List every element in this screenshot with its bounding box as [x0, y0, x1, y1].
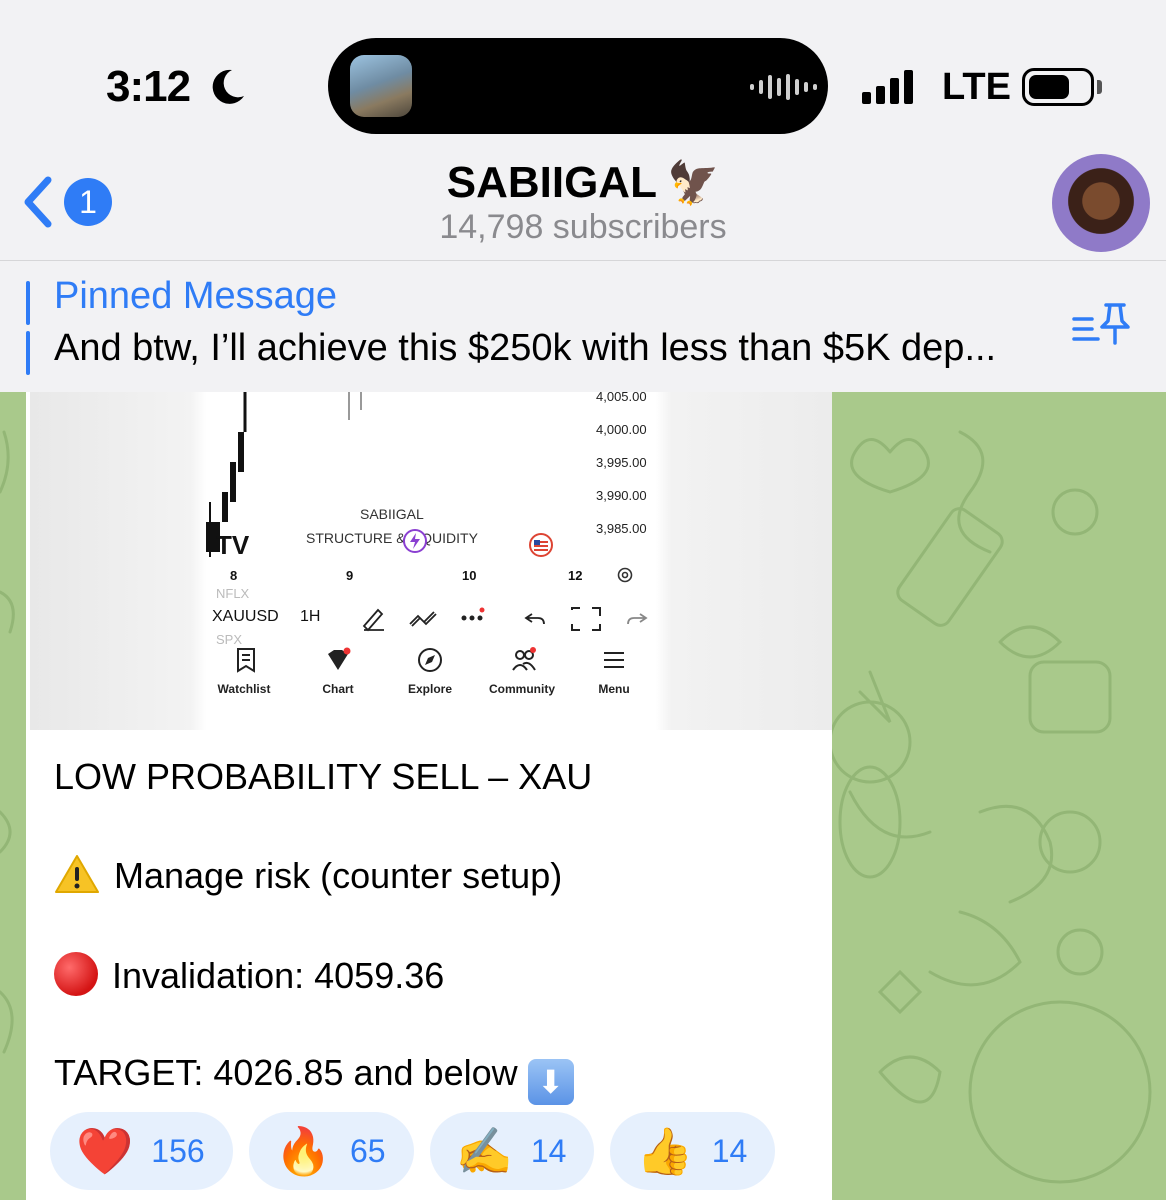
- price-label: 3,995.00: [596, 455, 647, 470]
- reaction-heart[interactable]: ❤️ 156: [50, 1112, 233, 1190]
- warning-icon: [55, 855, 99, 893]
- price-label: 4,000.00: [596, 422, 647, 437]
- x-tick: 8: [230, 568, 238, 583]
- chart-screenshot[interactable]: TV 4,005.00 4,000.00 3,995.00 3,990.00 3…: [30, 392, 832, 730]
- nav-label: Explore: [407, 682, 452, 696]
- reaction-thumbs-up[interactable]: 👍 14: [610, 1112, 776, 1190]
- battery-tip: [1097, 80, 1102, 94]
- settings-icon: [617, 567, 633, 583]
- signal-icon: [862, 70, 913, 104]
- nav-label: Community: [489, 682, 555, 696]
- channel-title[interactable]: SABIIGAL 🦅: [0, 158, 1166, 208]
- down-arrow-icon: ⬇: [527, 1059, 574, 1105]
- nav-label: Watchlist: [217, 682, 271, 696]
- message-risk-line: Manage risk (counter setup): [54, 854, 562, 897]
- pinned-title: Pinned Message: [54, 275, 338, 317]
- nav-label: Chart: [322, 682, 354, 696]
- watchlist-icon: [237, 648, 255, 673]
- reaction-fire[interactable]: 🔥 65: [248, 1112, 414, 1190]
- pinned-text: And btw, I’ll achieve this $250k with le…: [54, 327, 997, 369]
- network-label: LTE: [942, 66, 1011, 108]
- thumbs-up-icon: 👍: [636, 1125, 694, 1177]
- red-circle-icon: [54, 952, 98, 996]
- pin-indicator: [26, 281, 30, 325]
- status-bar: 3:12 LTE: [0, 0, 1166, 140]
- price-label: 3,990.00: [596, 488, 647, 503]
- explore-icon: [418, 648, 442, 672]
- message-bubble[interactable]: TV 4,005.00 4,000.00 3,995.00 3,990.00 3…: [26, 392, 832, 1200]
- reaction-writing-hand[interactable]: ✍️ 14: [429, 1112, 595, 1190]
- target-text: TARGET: 4026.85 and below: [54, 1052, 518, 1093]
- us-flag-icon: [529, 533, 553, 557]
- media-thumbnail: [350, 55, 412, 117]
- message-invalidation-line: Invalidation: 4059.36: [54, 952, 444, 997]
- community-icon: [512, 647, 536, 671]
- menu-icon: [604, 652, 624, 668]
- reaction-count: 14: [530, 1132, 567, 1169]
- audio-wave-icon: [750, 74, 817, 100]
- watermark-name: SABIIGAL: [360, 506, 424, 522]
- battery-icon: [1022, 68, 1094, 106]
- reactions-bar: ❤️ 156 🔥 65 ✍️ 14 👍 14: [50, 1112, 776, 1190]
- pin-indicator: [26, 331, 30, 375]
- lightning-icon: [403, 529, 427, 553]
- reaction-count: 65: [349, 1132, 386, 1169]
- dynamic-island[interactable]: [328, 38, 828, 134]
- x-tick: 10: [462, 568, 477, 583]
- chart-icon: [328, 647, 351, 670]
- tradingview-logo: TV: [216, 530, 250, 560]
- x-tick: 12: [568, 568, 583, 583]
- writing-hand-icon: ✍️: [455, 1125, 513, 1177]
- message-headline: LOW PROBABILITY SELL – XAU: [54, 756, 593, 797]
- price-label: 4,005.00: [596, 392, 647, 404]
- risk-text: Manage risk (counter setup): [114, 855, 563, 896]
- watermark-subtitle: STRUCTURE & LIQUIDITY: [306, 530, 478, 546]
- pin-list-icon[interactable]: [1070, 301, 1130, 349]
- message-target-line: TARGET: 4026.85 and below ⬇: [54, 1052, 574, 1105]
- x-tick: 9: [346, 568, 354, 583]
- channel-avatar[interactable]: [1052, 154, 1150, 252]
- chat-header: 1 SABIIGAL 🦅 14,798 subscribers: [0, 140, 1166, 261]
- heart-icon: ❤️: [76, 1125, 134, 1177]
- timeframe-label: 1H: [300, 608, 321, 625]
- ghost-symbol: SPX: [216, 632, 243, 647]
- price-label: 3,985.00: [596, 521, 647, 536]
- nav-label: Menu: [598, 682, 630, 696]
- eagle-icon: 🦅: [666, 159, 720, 206]
- reaction-count: 156: [151, 1132, 205, 1169]
- moon-icon: [212, 69, 244, 104]
- pinned-message-bar[interactable]: Pinned Message And btw, I’ll achieve thi…: [0, 261, 1166, 393]
- reaction-count: 14: [711, 1132, 748, 1169]
- channel-name: SABIIGAL: [446, 158, 657, 207]
- chart-toolbar-icons: [362, 607, 648, 632]
- invalidation-text: Invalidation: 4059.36: [112, 955, 445, 996]
- fire-icon: 🔥: [274, 1125, 332, 1177]
- subscriber-count: 14,798 subscribers: [439, 208, 727, 246]
- symbol-label: XAUUSD: [212, 608, 279, 625]
- ghost-symbol: NFLX: [216, 586, 250, 601]
- clock: 3:12: [106, 62, 191, 111]
